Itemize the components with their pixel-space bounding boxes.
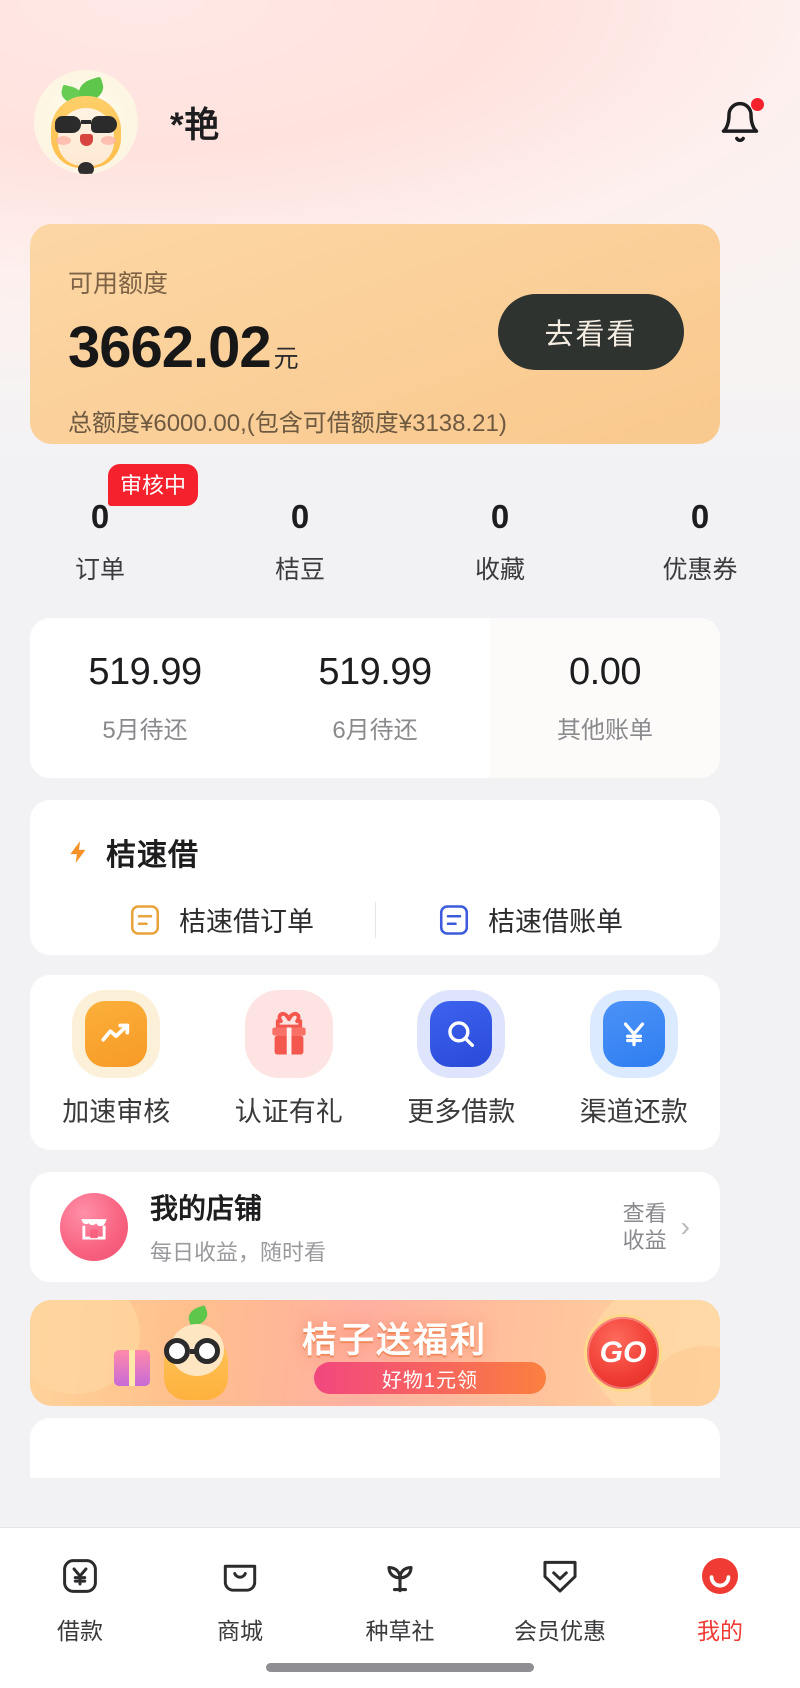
stat-label: 优惠券 <box>662 556 738 584</box>
notification-dot <box>751 98 764 111</box>
my-shop-row[interactable]: 我的店铺 每日收益，随时看 查看 收益 › <box>30 1172 720 1282</box>
service-label: 加速审核 <box>62 1097 171 1127</box>
chevron-right-icon: › <box>680 1211 690 1242</box>
stat-item-orders[interactable]: 审核中 0 订单 <box>0 464 200 608</box>
shop-action-line1: 查看 <box>622 1200 667 1226</box>
service-item-channel-repay[interactable]: 渠道还款 <box>548 990 721 1129</box>
stat-label: 订单 <box>74 556 125 584</box>
stat-value: 0 <box>490 498 510 535</box>
banner-pill-label: 好物1元领 <box>314 1362 546 1394</box>
bill-item-may[interactable]: 519.99 5月待还 <box>30 618 260 778</box>
quick-loan-link-label: 桔速借账单 <box>488 907 623 937</box>
nav-label: 我的 <box>697 1618 743 1644</box>
bottom-navigation: 借款 商城 种草社 会员优惠 我的 <box>0 1528 800 1688</box>
credit-limit-card[interactable]: 可用额度 3662.02 元 总额度¥6000.00,(包含可借额度¥3138.… <box>30 224 720 444</box>
nav-item-community[interactable]: 种草社 <box>320 1550 480 1646</box>
nav-item-mall[interactable]: 商城 <box>160 1550 320 1646</box>
avatar-chin <box>78 162 94 174</box>
notification-button[interactable] <box>714 96 766 148</box>
avatar[interactable] <box>34 70 138 174</box>
nav-label: 借款 <box>57 1618 103 1644</box>
nav-label: 会员优惠 <box>514 1618 606 1644</box>
quick-loan-link-label: 桔速借订单 <box>179 907 314 937</box>
avatar-cheek-right <box>101 136 116 145</box>
stat-value: 0 <box>290 498 310 535</box>
shop-title: 我的店铺 <box>150 1193 263 1224</box>
app-root: *艳 可用额度 3662.02 元 总额度¥6000.00,(包含可借额度¥31… <box>0 0 800 1688</box>
yen-card-icon <box>54 1550 106 1602</box>
sprout-icon <box>374 1550 426 1602</box>
shop-text-group: 我的店铺 每日收益，随时看 <box>150 1187 326 1267</box>
nav-item-profile[interactable]: 我的 <box>640 1550 800 1646</box>
bill-label: 5月待还 <box>102 717 188 744</box>
yen-icon <box>602 1001 665 1067</box>
service-item-fast-review[interactable]: 加速审核 <box>30 990 203 1129</box>
nav-item-loan[interactable]: 借款 <box>0 1550 160 1646</box>
status-badge: 审核中 <box>108 464 199 506</box>
stats-row: 审核中 0 订单 0 桔豆 0 收藏 0 优惠券 <box>0 464 800 608</box>
quick-loan-header: 桔速借 <box>66 830 684 874</box>
gift-icon <box>258 1001 320 1067</box>
quick-loan-bills-link[interactable]: 桔速借账单 <box>375 900 684 939</box>
home-indicator <box>266 1663 534 1672</box>
quick-loan-orders-link[interactable]: 桔速借订单 <box>66 900 375 939</box>
bill-label: 6月待还 <box>332 717 418 744</box>
heart-tag-icon <box>534 1550 586 1602</box>
service-label: 认证有礼 <box>234 1097 343 1127</box>
search-icon <box>430 1001 493 1067</box>
avatar-cheek-left <box>56 136 71 145</box>
go-look-button[interactable]: 去看看 <box>498 294 684 370</box>
currency-unit: 元 <box>273 345 299 373</box>
shop-bag-icon <box>214 1550 266 1602</box>
username-label: *艳 <box>170 105 220 145</box>
nav-label: 种草社 <box>365 1618 435 1644</box>
bill-label: 其他账单 <box>557 717 653 744</box>
banner-title: 桔子送福利 <box>302 1321 488 1360</box>
profile-header: *艳 <box>0 62 800 182</box>
shop-icon <box>60 1193 128 1261</box>
next-section-card-stub <box>30 1418 720 1478</box>
promo-banner[interactable]: 桔子送福利 好物1元领 GO <box>30 1300 720 1406</box>
nav-label: 商城 <box>217 1618 263 1644</box>
document-orange-icon <box>130 904 160 935</box>
total-limit-subtitle: 总额度¥6000.00,(包含可借额度¥3138.21) <box>68 410 507 437</box>
service-label: 渠道还款 <box>579 1097 688 1127</box>
shop-action-line2: 收益 <box>622 1228 667 1253</box>
stat-item-favorites[interactable]: 0 收藏 <box>400 498 600 608</box>
stat-label: 桔豆 <box>274 556 325 584</box>
user-profile-icon <box>694 1550 746 1602</box>
stat-item-beans[interactable]: 0 桔豆 <box>200 498 400 608</box>
bill-amount: 519.99 <box>88 651 202 693</box>
trending-up-icon <box>85 1001 148 1067</box>
document-blue-icon <box>439 904 469 935</box>
bill-item-june[interactable]: 519.99 6月待还 <box>260 618 490 778</box>
services-grid: 加速审核 认证有礼 更多借款 渠道还款 <box>30 975 720 1150</box>
stat-label: 收藏 <box>474 556 525 584</box>
mascot-with-glasses-icon <box>148 1305 244 1402</box>
quick-loan-divider <box>375 902 376 938</box>
service-item-more-loans[interactable]: 更多借款 <box>375 990 548 1129</box>
quick-loan-title: 桔速借 <box>106 839 199 872</box>
bill-amount: 519.99 <box>318 651 432 693</box>
shop-action[interactable]: 查看 收益 › <box>623 1200 690 1255</box>
stat-value: 0 <box>90 498 110 535</box>
banner-go-button[interactable]: GO <box>584 1314 662 1392</box>
service-label: 更多借款 <box>407 1097 516 1127</box>
avatar-sunglasses-icon <box>55 116 117 133</box>
bills-card: 519.99 5月待还 519.99 6月待还 0.00 其他账单 <box>30 618 720 778</box>
lightning-bolt-icon <box>70 841 86 863</box>
quick-loan-links: 桔速借订单 桔速借账单 <box>66 900 684 939</box>
stat-value: 0 <box>690 498 710 535</box>
shop-subtitle: 每日收益，随时看 <box>150 1240 327 1265</box>
stat-item-coupons[interactable]: 0 优惠券 <box>600 498 800 608</box>
bill-amount: 0.00 <box>569 651 641 693</box>
bill-item-other[interactable]: 0.00 其他账单 <box>490 618 720 778</box>
gift-box-icon <box>114 1350 150 1386</box>
nav-item-member-offers[interactable]: 会员优惠 <box>480 1550 640 1646</box>
service-item-verify-gift[interactable]: 认证有礼 <box>203 990 376 1129</box>
quick-loan-card: 桔速借 桔速借订单 桔速借账单 <box>30 800 720 955</box>
available-limit-amount: 3662.02 <box>68 315 272 380</box>
